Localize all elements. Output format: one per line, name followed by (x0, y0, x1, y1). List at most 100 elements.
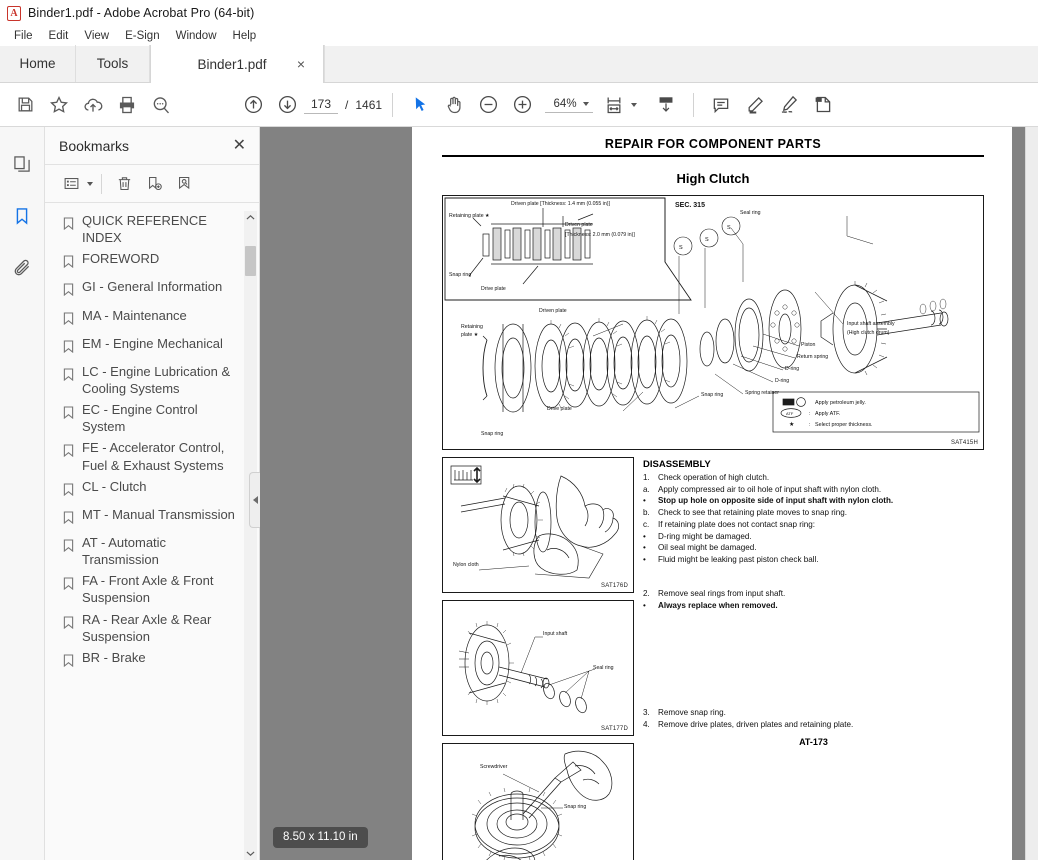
page-navigation: / 1461 (304, 95, 383, 114)
callout-input-shaft-assembly: Input shaft assembly (847, 321, 895, 327)
step-marker: 2. (643, 588, 650, 598)
bookmark-item-12[interactable]: RA - Rear Axle & Rear Suspension (45, 609, 259, 647)
menu-esign[interactable]: E-Sign (117, 27, 168, 45)
page-size-tooltip: 8.50 x 11.10 in (273, 827, 368, 848)
sign-icon[interactable] (772, 88, 806, 122)
scroll-up-icon[interactable] (244, 211, 257, 224)
bookmark-item-13[interactable]: BR - Brake (45, 647, 259, 675)
bookmark-item-label: LC - Engine Lubrication & Cooling System… (82, 363, 231, 396)
fit-page-icon[interactable] (597, 88, 631, 122)
bookmark-item-label: EC - Engine Control System (82, 402, 198, 435)
step-marker: c. (643, 519, 650, 529)
pdf-page-content: REPAIR FOR COMPONENT PARTS High Clutch S… (412, 127, 1012, 860)
comment-icon[interactable] (704, 88, 738, 122)
page-title: REPAIR FOR COMPONENT PARTS (442, 137, 984, 157)
attachments-icon[interactable] (5, 251, 39, 285)
page-number-input[interactable] (304, 95, 338, 114)
callout-snap-ring-main: Snap ring (481, 431, 504, 437)
figure-section-code: SEC. 315 (675, 202, 705, 209)
panel-2-label-0: Input shaft (543, 631, 568, 637)
panel-collapse-handle[interactable] (249, 472, 260, 528)
step-text: Fluid might be leaking past piston check… (658, 555, 819, 565)
step-text: Remove drive plates, driven plates and r… (658, 720, 854, 730)
panel-3-label-0: Screwdriver (480, 764, 508, 770)
procedure-step: • D-ring might be damaged. (643, 531, 984, 543)
find-bookmark-icon[interactable] (170, 171, 198, 197)
tab-tools[interactable]: Tools (76, 45, 150, 82)
bookmark-item-5[interactable]: LC - Engine Lubrication & Cooling System… (45, 361, 259, 399)
upload-cloud-icon[interactable] (76, 88, 110, 122)
bookmark-item-0[interactable]: QUICK REFERENCE INDEX (45, 210, 259, 248)
step-marker: 1. (643, 473, 650, 482)
bookmarks-scrollbar[interactable] (244, 211, 257, 860)
menu-view[interactable]: View (76, 27, 117, 45)
document-scrollbar[interactable] (1025, 127, 1038, 860)
bookmark-item-10[interactable]: AT - Automatic Transmission (45, 532, 259, 570)
zoom-level-dropdown[interactable]: 64% (545, 97, 594, 113)
window-title: Binder1.pdf - Adobe Acrobat Pro (64-bit) (28, 6, 255, 20)
previous-page-icon[interactable] (236, 88, 270, 122)
tab-document[interactable]: Binder1.pdf × (150, 45, 324, 83)
bookmarks-icon[interactable] (5, 199, 39, 233)
search-icon[interactable] (144, 88, 178, 122)
page-count: 1461 (355, 97, 383, 112)
bookmark-icon (63, 652, 75, 673)
bookmark-item-label: RA - Rear Axle & Rear Suspension (82, 611, 212, 644)
print-icon[interactable] (110, 88, 144, 122)
document-viewer[interactable]: 8.50 x 11.10 in REPAIR FOR COMPONENT PAR… (260, 127, 1038, 860)
menu-file[interactable]: File (6, 27, 41, 45)
bookmark-item-6[interactable]: EC - Engine Control System (45, 399, 259, 437)
bookmarks-scroll-thumb[interactable] (245, 246, 256, 276)
page-footer: AT-173 (799, 736, 828, 747)
step-text: Oil seal might be damaged. (658, 543, 757, 553)
zoom-out-icon[interactable] (471, 88, 505, 122)
hand-tool-icon[interactable] (437, 88, 471, 122)
download-icon[interactable] (649, 88, 683, 122)
scroll-down-icon[interactable] (244, 847, 257, 860)
highlight-icon[interactable] (738, 88, 772, 122)
page-thumbnails-icon[interactable] (5, 147, 39, 181)
bookmarks-list[interactable]: QUICK REFERENCE INDEX FOREWORD GI - Gene… (45, 203, 259, 860)
zoom-in-icon[interactable] (505, 88, 539, 122)
procedure-step: • Stop up hole on opposite side of input… (643, 495, 984, 507)
bookmarks-scroll-track[interactable] (244, 224, 257, 847)
bookmark-item-2[interactable]: GI - General Information (45, 276, 259, 304)
bookmark-item-8[interactable]: CL - Clutch (45, 476, 259, 504)
new-bookmark-icon[interactable] (140, 171, 168, 197)
bookmark-options-chevron-icon[interactable] (87, 181, 93, 186)
step-marker: • (643, 496, 646, 506)
zoom-level-value: 64% (553, 97, 577, 110)
delete-bookmark-icon[interactable] (110, 171, 138, 197)
toolbar-divider-2 (693, 92, 695, 117)
step-marker: 4. (643, 720, 650, 730)
bookmark-options-icon[interactable] (57, 171, 85, 197)
bookmarks-panel: Bookmarks ✕ QUICK REFERENCE INDEX FOREWO… (45, 127, 260, 860)
navigation-rail (0, 127, 45, 860)
bookmark-item-9[interactable]: MT - Manual Transmission (45, 504, 259, 532)
close-panel-icon[interactable]: ✕ (230, 137, 249, 154)
star-icon[interactable] (42, 88, 76, 122)
save-icon[interactable] (8, 88, 42, 122)
illustration-panel-1: Nylon cloth SAT176D (442, 457, 634, 593)
svg-text:Apply petroleum jelly.: Apply petroleum jelly. (815, 400, 866, 406)
tab-home[interactable]: Home (0, 45, 76, 82)
svg-text::: : (809, 411, 811, 417)
bookmark-item-11[interactable]: FA - Front Axle & Front Suspension (45, 570, 259, 608)
menu-window[interactable]: Window (168, 27, 225, 45)
select-cursor-icon[interactable] (403, 88, 437, 122)
procedure-heading: DISASSEMBLY (643, 459, 711, 470)
bookmark-item-1[interactable]: FOREWORD (45, 248, 259, 276)
next-page-icon[interactable] (270, 88, 304, 122)
menu-edit[interactable]: Edit (41, 27, 77, 45)
callout-high-clutch-drum: (High clutch drum) (847, 330, 890, 336)
menu-help[interactable]: Help (225, 27, 265, 45)
close-icon[interactable]: × (293, 56, 309, 72)
bookmark-item-4[interactable]: EM - Engine Mechanical (45, 333, 259, 361)
callout-driven-plate-14: Driven plate [Thickness: 1.4 mm (0.055 i… (511, 201, 610, 207)
stamp-icon[interactable] (806, 88, 840, 122)
bookmark-item-3[interactable]: MA - Maintenance (45, 305, 259, 333)
bookmark-item-label: FA - Front Axle & Front Suspension (82, 573, 214, 606)
bookmark-item-7[interactable]: FE - Accelerator Control, Fuel & Exhaust… (45, 437, 259, 475)
fit-page-chevron-icon[interactable] (631, 102, 638, 107)
exploded-view-drawing: SSS P ATF ★ Apply petroleum jelly. Apply… (444, 197, 980, 433)
